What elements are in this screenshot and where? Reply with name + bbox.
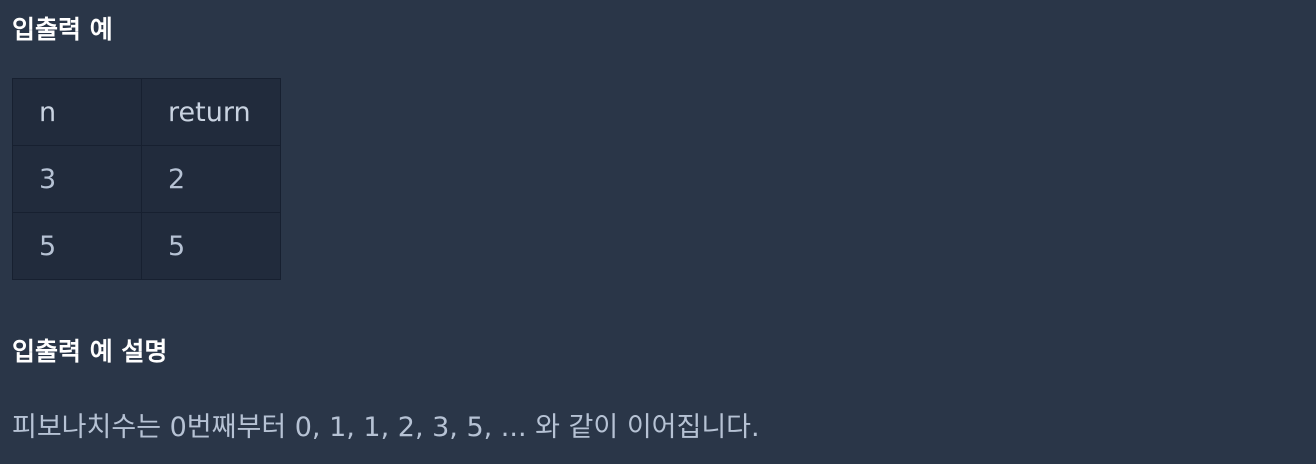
column-header-n: n <box>12 78 142 146</box>
examples-table: n return 3 2 5 5 <box>12 78 281 280</box>
table-cell-n: 3 <box>12 145 142 213</box>
column-header-return: return <box>141 78 281 146</box>
table-cell-n: 5 <box>12 212 142 280</box>
examples-heading: 입출력 예 <box>12 15 113 44</box>
table-cell-return: 5 <box>141 212 281 280</box>
table-header-row: n return <box>12 78 281 146</box>
explanation-text: 피보나치수는 0번째부터 0, 1, 1, 2, 3, 5, ... 와 같이 … <box>12 412 760 443</box>
explanation-heading: 입출력 예 설명 <box>12 337 168 366</box>
table-row: 5 5 <box>12 212 281 280</box>
table-cell-return: 2 <box>141 145 281 213</box>
table-row: 3 2 <box>12 145 281 213</box>
